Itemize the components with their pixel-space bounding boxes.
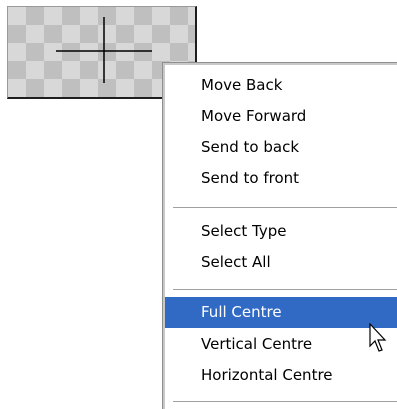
menu-item-send-to-back[interactable]: Send to back — [165, 132, 397, 163]
menu-item-full-centre[interactable]: Full Centre — [165, 297, 397, 328]
menu-separator — [173, 207, 397, 209]
menu-item-select-all[interactable]: Select All — [165, 247, 397, 278]
menu-item-select-type[interactable]: Select Type — [165, 216, 397, 247]
menu-item-move-back[interactable]: Move Back — [165, 70, 397, 101]
menu-item-move-forward[interactable]: Move Forward — [165, 101, 397, 132]
menu-item-vertical-centre[interactable]: Vertical Centre — [165, 329, 397, 360]
menu-item-send-to-front[interactable]: Send to front — [165, 163, 397, 194]
menu-item-horizontal-centre[interactable]: Horizontal Centre — [165, 360, 397, 391]
menu-separator — [173, 401, 397, 403]
context-menu: Move Back Move Forward Send to back Send… — [162, 62, 397, 409]
menu-separator — [173, 289, 397, 291]
